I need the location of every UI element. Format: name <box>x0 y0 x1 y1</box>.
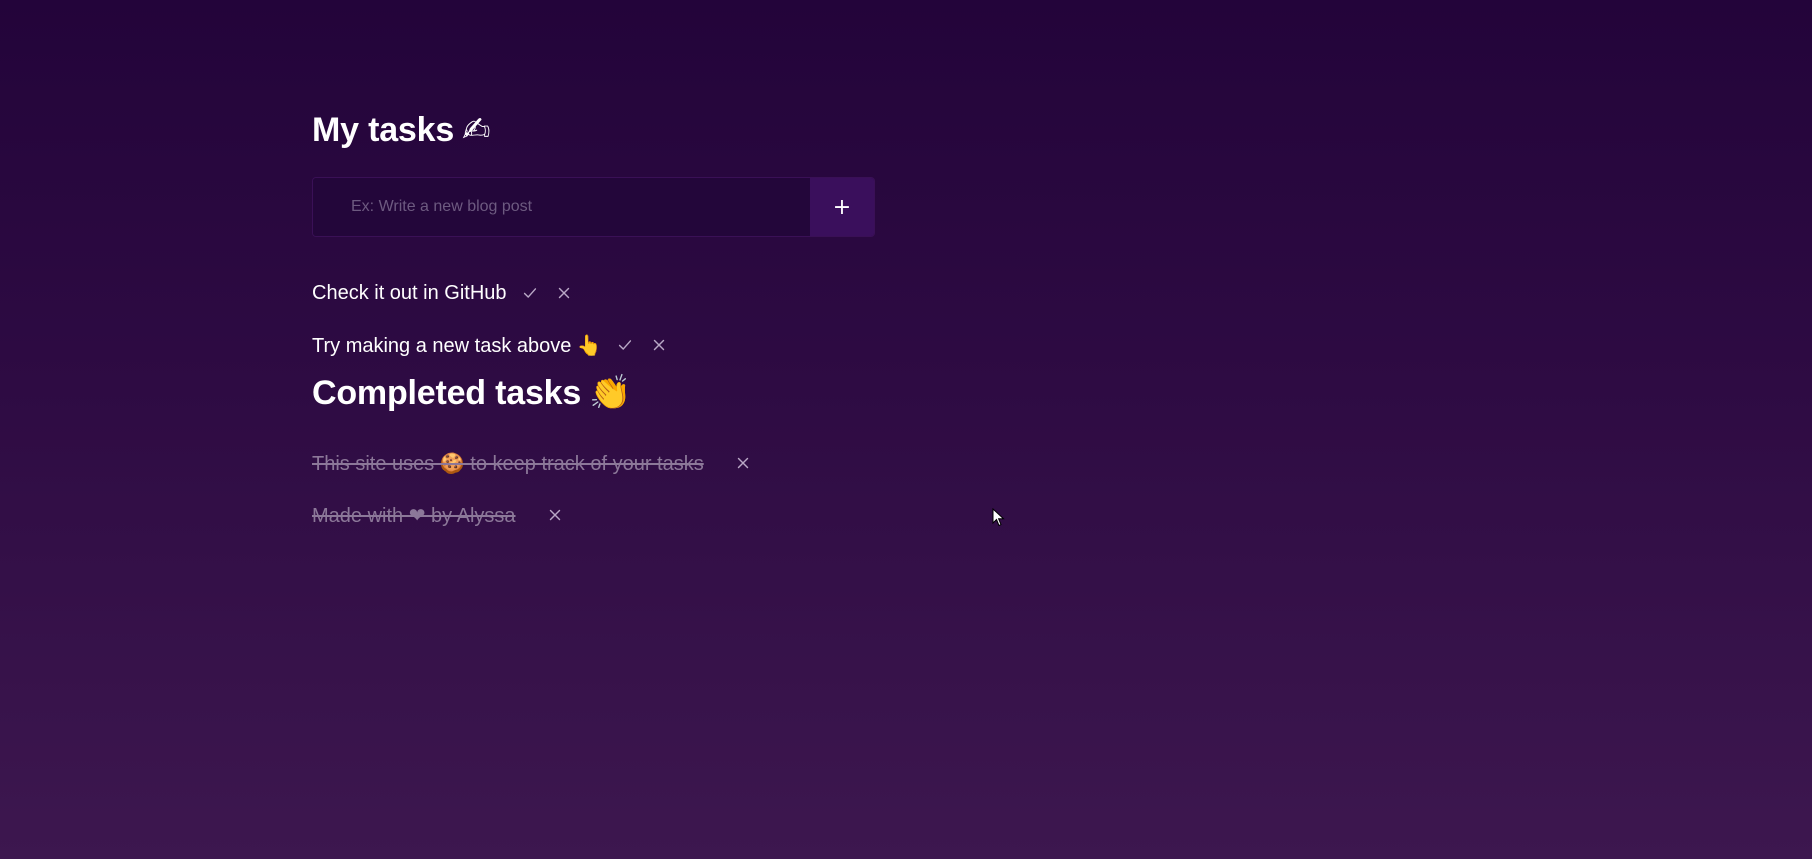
task-item: Check it out in GitHub <box>312 267 912 319</box>
completed-task-item: This site uses 🍪 to keep track of your t… <box>312 437 912 489</box>
writing-hand-emoji: ✍ <box>462 110 491 150</box>
completed-task-item: Made with ❤ by Alyssa <box>312 489 912 541</box>
clapping-hands-emoji: 👏 <box>589 373 632 413</box>
todo-app: My tasks✍ + Check it out in GitHub Try m… <box>312 108 912 541</box>
new-task-input[interactable] <box>313 178 810 236</box>
mouse-cursor-icon <box>992 508 1005 527</box>
task-text: This site uses 🍪 to keep track of your t… <box>312 452 704 475</box>
close-icon[interactable] <box>544 504 566 526</box>
new-task-form: + <box>312 177 875 237</box>
close-icon[interactable] <box>648 334 670 356</box>
completed-tasks-heading: Completed tasks 👏 <box>312 371 912 415</box>
task-text: Try making a new task above 👆 <box>312 334 602 357</box>
my-tasks-list: Check it out in GitHub Try making a new … <box>312 267 912 371</box>
task-item: Try making a new task above 👆 <box>312 319 912 371</box>
check-icon[interactable] <box>614 334 636 356</box>
close-icon[interactable] <box>732 452 754 474</box>
close-icon[interactable] <box>553 282 575 304</box>
add-task-button[interactable]: + <box>810 178 874 236</box>
task-text: Made with ❤ by Alyssa <box>312 504 516 527</box>
task-text: Check it out in GitHub <box>312 281 507 304</box>
completed-tasks-title: Completed tasks <box>312 374 582 412</box>
my-tasks-title: My tasks <box>312 111 455 149</box>
completed-tasks-list: This site uses 🍪 to keep track of your t… <box>312 437 912 541</box>
check-icon[interactable] <box>519 282 541 304</box>
my-tasks-heading: My tasks ✍ <box>312 108 912 152</box>
